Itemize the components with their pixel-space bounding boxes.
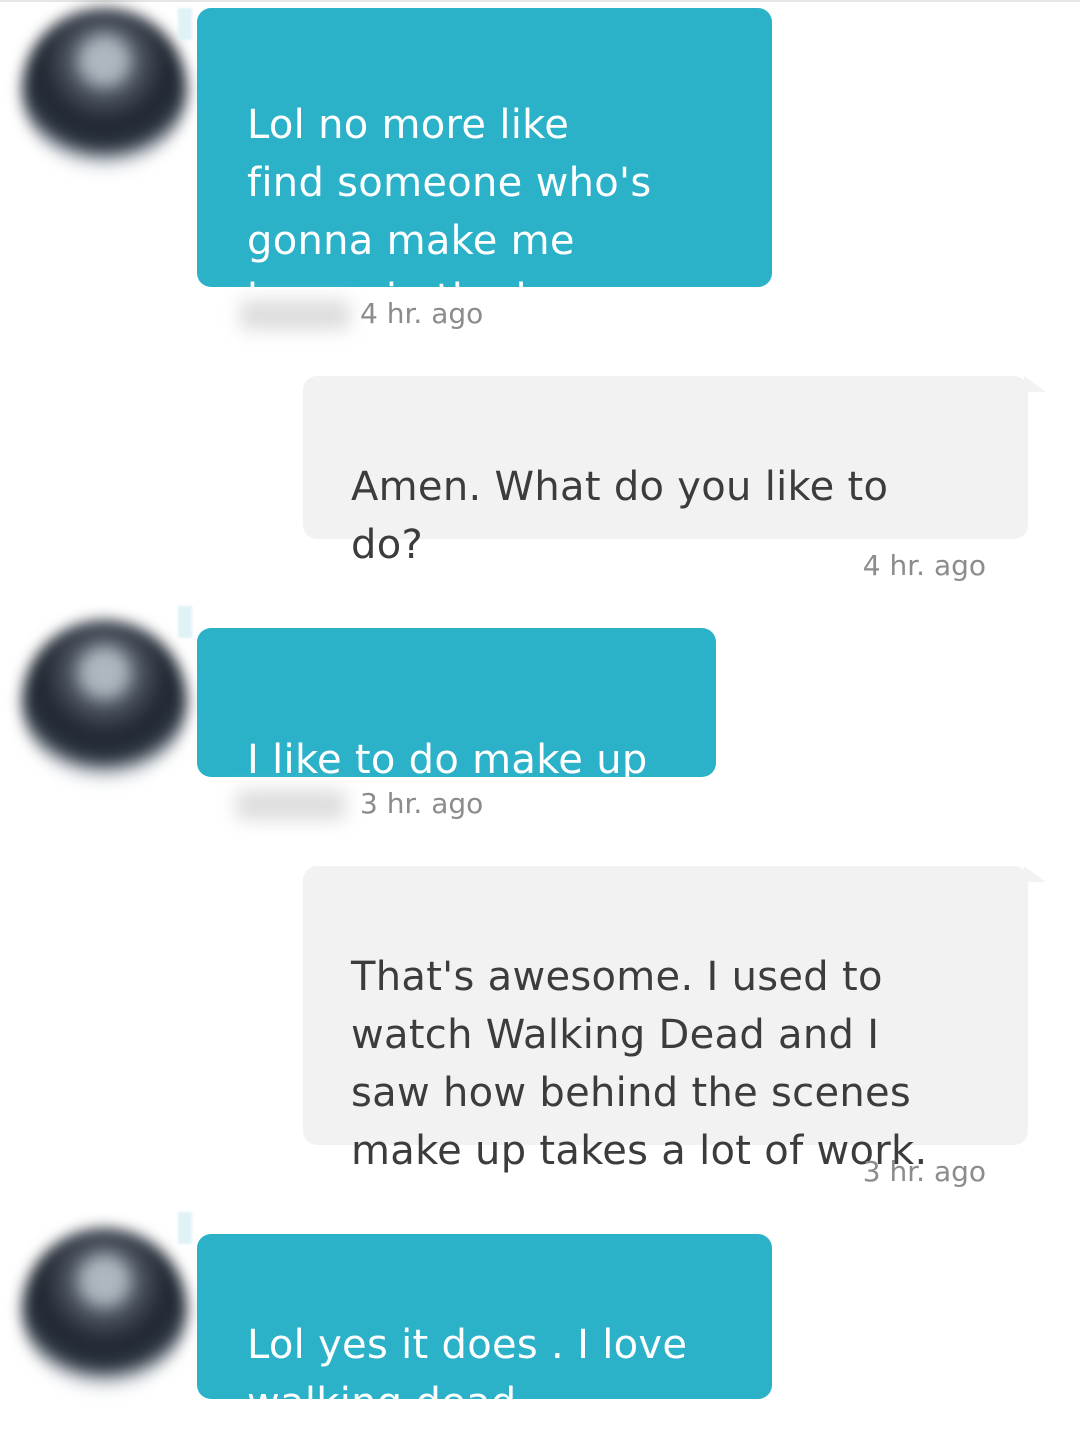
message-text: That's awesome. I used to watch Walking …: [351, 954, 928, 1174]
bubble-tail: [178, 606, 192, 638]
top-divider: [0, 0, 1080, 2]
message-timestamp: 4 hr. ago: [862, 549, 986, 582]
message-timestamp: 3 hr. ago: [862, 1155, 986, 1188]
message-bubble-outgoing[interactable]: That's awesome. I used to watch Walking …: [303, 866, 1028, 1174]
message-timestamp: 3 hr. ago: [360, 787, 484, 820]
bubble-tail: [1024, 376, 1046, 392]
sender-name-redacted: [236, 790, 346, 820]
sender-name-redacted: [240, 300, 350, 330]
bubble-tail: [178, 1212, 192, 1244]
avatar[interactable]: [22, 620, 187, 785]
message-text: I like to do make up: [247, 737, 648, 783]
message-bubble-incoming[interactable]: I like to do make up: [197, 628, 716, 783]
bubble-tail: [178, 8, 192, 40]
message-timestamp: 4 hr. ago: [360, 297, 484, 330]
message-bubble-incoming[interactable]: Lol yes it does . I love walking dead: [197, 1234, 772, 1426]
avatar[interactable]: [22, 1228, 187, 1393]
message-bubble-outgoing[interactable]: Amen. What do you like to do?: [303, 376, 1028, 568]
bubble-tail: [1024, 866, 1046, 882]
message-bubble-incoming[interactable]: Lol no more like find someone who's gonn…: [197, 8, 772, 322]
message-text: Amen. What do you like to do?: [351, 464, 889, 568]
message-text: Lol yes it does . I love walking dead: [247, 1322, 688, 1426]
avatar[interactable]: [22, 8, 187, 173]
message-text: Lol no more like find someone who's gonn…: [247, 102, 685, 322]
